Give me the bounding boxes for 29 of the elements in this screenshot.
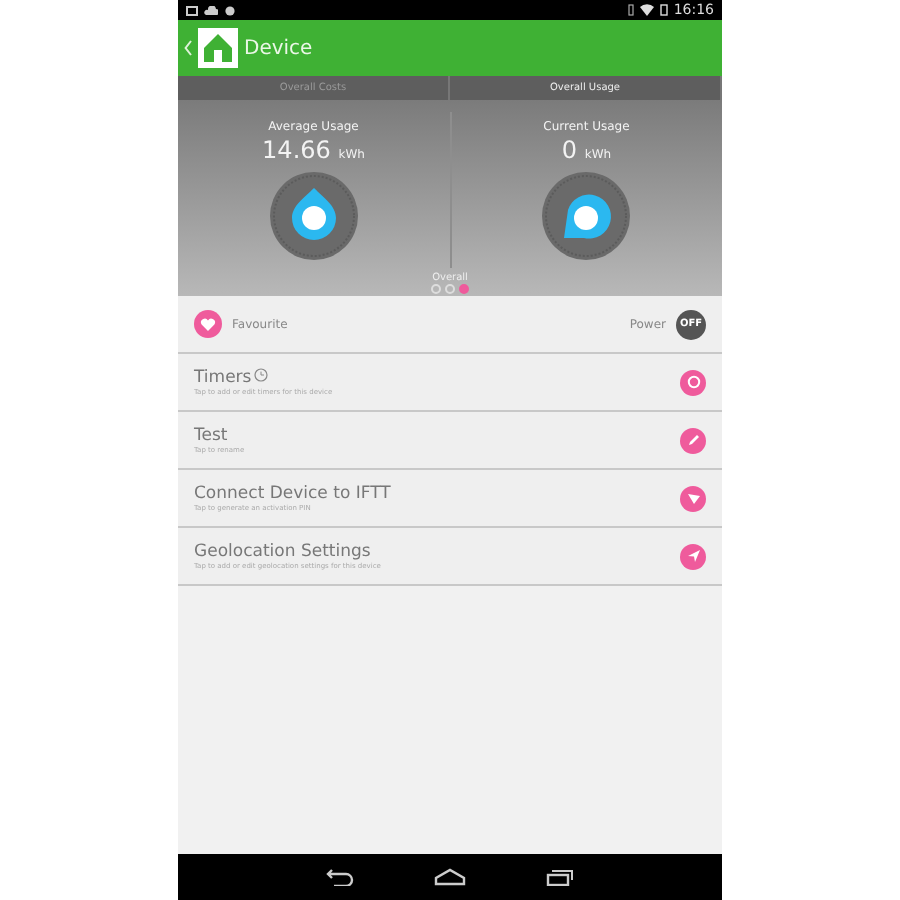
pencil-icon xyxy=(685,432,701,448)
row-title: Timers xyxy=(194,368,252,388)
recent-apps-icon[interactable] xyxy=(546,868,574,886)
row-action-button[interactable] xyxy=(680,369,706,395)
row-action-button[interactable] xyxy=(680,485,706,511)
row-action-button[interactable] xyxy=(680,427,706,453)
row-title: Connect Device to IFTT xyxy=(194,484,391,504)
cloud-icon xyxy=(204,5,218,15)
screen-title: Device xyxy=(244,37,313,59)
gauge-dial xyxy=(267,170,360,262)
back-icon[interactable] xyxy=(326,868,354,886)
notification-icon xyxy=(224,5,236,15)
home-icon xyxy=(198,28,238,68)
row-title: Test xyxy=(194,426,228,446)
gauge-dial xyxy=(540,170,633,262)
usage-value: 14.66 xyxy=(262,136,331,164)
navigation-icon xyxy=(685,548,701,564)
usage-value: 0 xyxy=(561,136,578,164)
page-dot[interactable] xyxy=(459,284,469,294)
wifi-icon xyxy=(639,4,654,16)
row-title: Geolocation Settings xyxy=(194,542,371,562)
back-icon xyxy=(184,40,192,56)
clock-icon xyxy=(685,374,701,390)
home-icon[interactable] xyxy=(434,868,466,886)
clock-icon xyxy=(253,368,268,382)
image-icon xyxy=(186,5,198,15)
battery-icon xyxy=(659,4,668,16)
row-action-button[interactable] xyxy=(680,543,706,569)
vibrate-icon xyxy=(627,4,634,16)
